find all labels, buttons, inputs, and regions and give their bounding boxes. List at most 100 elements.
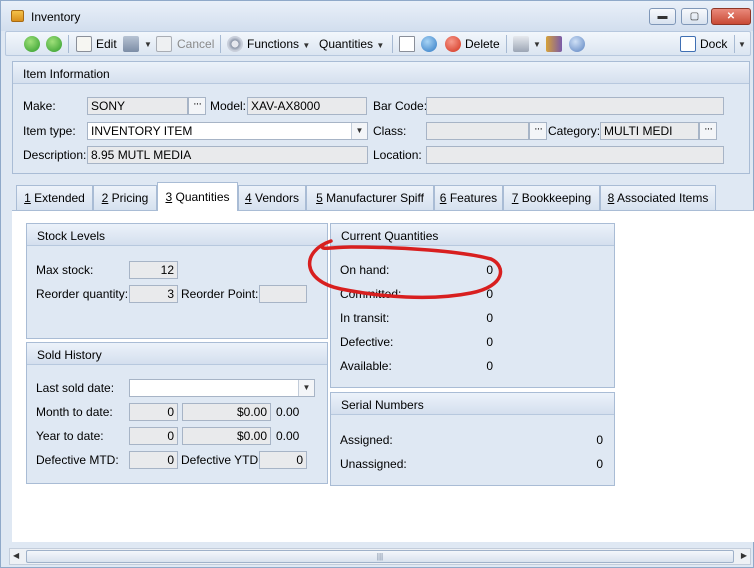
tab-quantities-label: Quantities	[172, 190, 230, 204]
committed-label: Committed:	[340, 287, 402, 301]
item-type-value: INVENTORY ITEM	[91, 124, 193, 138]
quantities-menu[interactable]: Quantities ▼	[319, 35, 384, 53]
location-field[interactable]	[426, 146, 724, 164]
barcode-label: Bar Code:	[373, 99, 428, 113]
barcode-field[interactable]	[426, 97, 724, 115]
reorder-point-label: Reorder Point:	[181, 287, 259, 301]
quantities-tab-panel: Stock Levels Max stock: 12 Reorder quant…	[12, 210, 754, 542]
maximize-button[interactable]: ▢	[681, 8, 708, 25]
tab-vendors-key: 4	[244, 191, 252, 205]
year-to-date-amount: $0.00	[182, 427, 271, 445]
delete-icon[interactable]	[445, 36, 461, 52]
toolbar-separator	[734, 35, 735, 53]
last-sold-date-picker[interactable]: ▼	[129, 379, 315, 397]
scrollbar-thumb[interactable]: |||	[26, 550, 734, 563]
defective-ytd-label: Defective YTD:	[181, 453, 262, 467]
tab-features[interactable]: 6 Features	[434, 185, 503, 210]
tab-pricing-label: Pricing	[108, 191, 149, 205]
on-hand-value: 0	[486, 263, 493, 277]
save-dropdown-icon[interactable]: ▼	[144, 36, 152, 54]
month-to-date-label: Month to date:	[36, 405, 113, 419]
available-value: 0	[486, 359, 493, 373]
toolbar: Edit ▼ Cancel Functions ▼ Quantities ▼ D…	[5, 31, 751, 56]
item-information-panel: Item Information Make: SONY ··· Model: X…	[12, 61, 750, 174]
item-type-select[interactable]: INVENTORY ITEM ▼	[87, 122, 368, 140]
make-field[interactable]: SONY	[87, 97, 188, 115]
sold-history-title: Sold History	[37, 348, 102, 362]
item-information-header: Item Information	[13, 62, 749, 84]
tab-associated-items-label: Associated Items	[614, 191, 709, 205]
forward-arrow-icon[interactable]	[46, 36, 62, 52]
tab-vendors[interactable]: 4 Vendors	[238, 185, 306, 210]
chevron-down-icon: ▼	[351, 123, 367, 139]
tab-pricing[interactable]: 2 Pricing	[93, 185, 157, 210]
max-stock-label: Max stock:	[36, 263, 94, 277]
new-document-icon[interactable]	[399, 36, 415, 52]
tab-features-label: Features	[446, 191, 498, 205]
unassigned-value: 0	[596, 457, 603, 471]
reorder-quantity-field[interactable]: 3	[129, 285, 178, 303]
window-title: Inventory	[31, 10, 81, 24]
title-bar: Inventory ▬ ▢ ✕	[1, 1, 753, 31]
save-icon[interactable]	[123, 36, 139, 52]
tab-vendors-label: Vendors	[251, 191, 300, 205]
toolbar-separator	[68, 35, 69, 53]
print-dropdown-icon[interactable]: ▼	[533, 36, 541, 54]
make-label: Make:	[23, 99, 56, 113]
defective-label: Defective:	[340, 335, 394, 349]
tab-extended-label: Extended	[30, 191, 85, 205]
scroll-right-icon[interactable]: ▶	[741, 551, 747, 560]
model-label: Model:	[210, 99, 247, 113]
delete-button[interactable]: Delete	[465, 35, 500, 53]
close-button[interactable]: ✕	[711, 8, 751, 25]
scroll-left-icon[interactable]: ◀	[13, 551, 19, 560]
back-arrow-icon[interactable]	[24, 36, 40, 52]
dock-button[interactable]: Dock	[700, 35, 727, 53]
reorder-quantity-label: Reorder quantity:	[36, 287, 129, 301]
category-field[interactable]: MULTI MEDI	[600, 122, 699, 140]
make-lookup-button[interactable]: ···	[188, 97, 206, 115]
max-stock-field[interactable]: 12	[129, 261, 178, 279]
year-to-date-label: Year to date:	[36, 429, 104, 443]
help-icon[interactable]	[569, 36, 585, 52]
description-label: Description:	[23, 148, 87, 162]
toolbar-separator	[220, 35, 221, 53]
refresh-icon[interactable]	[421, 36, 437, 52]
location-label: Location:	[373, 148, 422, 162]
tab-quantities[interactable]: 3 Quantities	[157, 182, 238, 211]
month-to-date-qty: 0	[129, 403, 178, 421]
stock-levels-header: Stock Levels	[27, 224, 327, 246]
in-transit-value: 0	[486, 311, 493, 325]
model-field[interactable]: XAV-AX8000	[247, 97, 367, 115]
binoculars-icon[interactable]	[546, 36, 562, 52]
serial-numbers-header: Serial Numbers	[331, 393, 614, 415]
tab-bookkeeping[interactable]: 7 Bookkeeping	[503, 185, 600, 210]
horizontal-scrollbar[interactable]: ◀ ||| ▶	[9, 548, 751, 565]
toolbar-overflow-icon[interactable]: ▼	[738, 36, 746, 54]
tab-associated-items[interactable]: 8 Associated Items	[600, 185, 716, 210]
class-field[interactable]	[426, 122, 529, 140]
minimize-button[interactable]: ▬	[649, 8, 676, 25]
tab-extended-key: 1	[24, 191, 31, 205]
gear-icon[interactable]	[227, 36, 243, 52]
cancel-icon	[156, 36, 172, 52]
print-icon[interactable]	[513, 36, 529, 52]
class-lookup-button[interactable]: ···	[529, 122, 547, 140]
functions-menu[interactable]: Functions ▼	[247, 35, 310, 53]
last-sold-date-label: Last sold date:	[36, 381, 115, 395]
edit-button[interactable]: Edit	[96, 35, 117, 53]
inventory-window: Inventory ▬ ▢ ✕ Edit ▼ Cancel Functions …	[0, 0, 754, 568]
available-label: Available:	[340, 359, 392, 373]
category-lookup-button[interactable]: ···	[699, 122, 717, 140]
description-field[interactable]: 8.95 MUTL MEDIA	[87, 146, 368, 164]
reorder-point-field[interactable]	[259, 285, 307, 303]
year-to-date-extra: 0.00	[276, 429, 300, 443]
edit-icon[interactable]	[76, 36, 92, 52]
month-to-date-extra: 0.00	[276, 405, 300, 419]
tab-extended[interactable]: 1 Extended	[16, 185, 93, 210]
cancel-button[interactable]: Cancel	[177, 35, 214, 53]
tab-manufacturer-spiff-key: 5	[316, 191, 323, 205]
in-transit-label: In transit:	[340, 311, 390, 325]
tab-manufacturer-spiff[interactable]: 5 Manufacturer Spiff	[306, 185, 434, 210]
chevron-down-icon: ▼	[302, 41, 311, 50]
